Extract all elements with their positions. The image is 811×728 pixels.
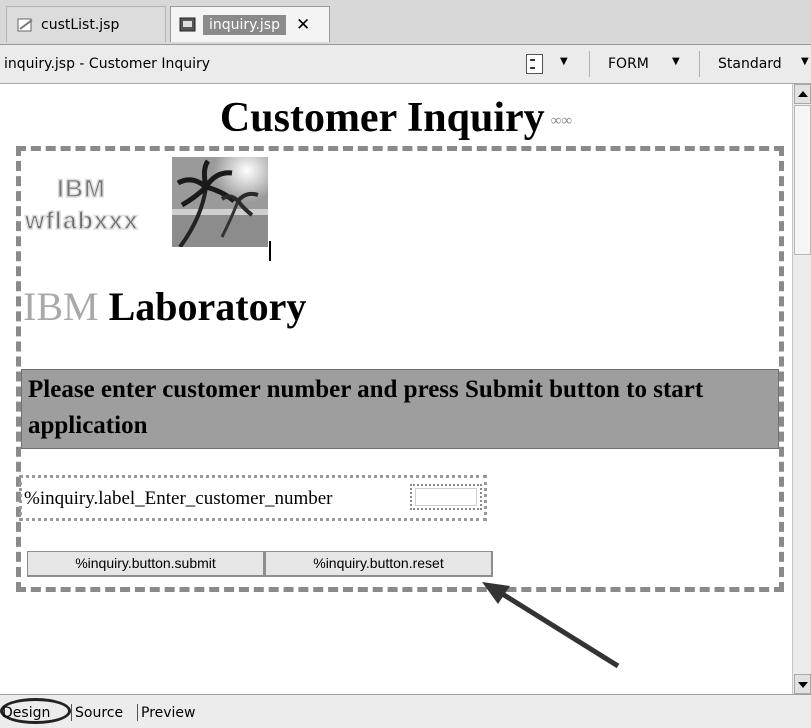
text-cursor — [269, 241, 271, 261]
laboratory-heading: IBM Laboratory — [23, 283, 306, 330]
tab-separator — [137, 704, 138, 721]
instruction-banner: Please enter customer number and press S… — [21, 369, 779, 449]
editor-toolbar: inquiry.jsp - Customer Inquiry ▼ FORM ▼ … — [0, 45, 811, 84]
chevron-down-icon[interactable]: ▼ — [672, 56, 680, 67]
customer-number-input[interactable] — [410, 484, 482, 510]
tab-label: inquiry.jsp — [203, 14, 286, 35]
link-icon: ∞∞ — [550, 112, 573, 129]
chevron-down-icon[interactable]: ▼ — [560, 56, 568, 67]
tab-preview[interactable]: Preview — [141, 705, 196, 721]
customer-number-label: %inquiry.label_Enter_customer_number — [24, 488, 333, 509]
page-properties-icon[interactable] — [526, 54, 543, 74]
palm-tree-image — [172, 157, 268, 247]
editor-view-tabs: Design Source Preview — [0, 694, 811, 728]
ibm-word: IBM — [23, 284, 99, 329]
wflab-logo: IBM wflabxxx — [24, 174, 165, 249]
editor-tab-bar: custList.jsp inquiry.jsp ✕ — [0, 0, 811, 45]
form-dropdown[interactable]: FORM — [608, 56, 649, 72]
tab-source[interactable]: Source — [75, 705, 123, 721]
tab-separator — [71, 704, 72, 721]
customer-number-row: %inquiry.label_Enter_customer_number — [19, 475, 487, 521]
reset-button[interactable]: %inquiry.button.reset — [265, 551, 493, 577]
jsp-file-icon — [17, 18, 33, 31]
scroll-down-arrow-icon[interactable] — [794, 674, 811, 694]
chevron-down-icon[interactable]: ▼ — [801, 56, 809, 67]
tab-custlist-jsp[interactable]: custList.jsp — [6, 6, 166, 42]
annotation-arrow-icon — [482, 582, 620, 669]
submit-button[interactable]: %inquiry.button.submit — [27, 551, 265, 577]
logo-line-1: IBM — [56, 174, 106, 204]
style-dropdown[interactable]: Standard — [718, 56, 782, 72]
editor-title: inquiry.jsp - Customer Inquiry — [4, 56, 211, 72]
close-icon[interactable]: ✕ — [296, 15, 310, 35]
tab-label: custList.jsp — [41, 16, 120, 33]
page-heading: Customer Inquiry — [219, 95, 545, 141]
logo-line-2: wflabxxx — [24, 206, 139, 236]
laboratory-word: Laboratory — [98, 284, 307, 329]
instruction-text: Please enter customer number and press S… — [28, 376, 704, 439]
vertical-scrollbar[interactable] — [792, 84, 811, 694]
page-title: Customer Inquiry ∞∞ — [0, 94, 792, 142]
jsp-file-icon — [179, 17, 196, 31]
scroll-thumb[interactable] — [794, 105, 811, 255]
tab-design[interactable]: Design — [2, 705, 50, 721]
scroll-up-arrow-icon[interactable] — [794, 84, 811, 104]
tab-inquiry-jsp[interactable]: inquiry.jsp ✕ — [170, 6, 330, 42]
toolbar-separator — [589, 51, 590, 77]
input-box[interactable] — [415, 488, 477, 506]
toolbar-separator — [699, 51, 700, 77]
form-content: IBM wflabxxx IBM Laboratory Please enter… — [19, 151, 779, 587]
